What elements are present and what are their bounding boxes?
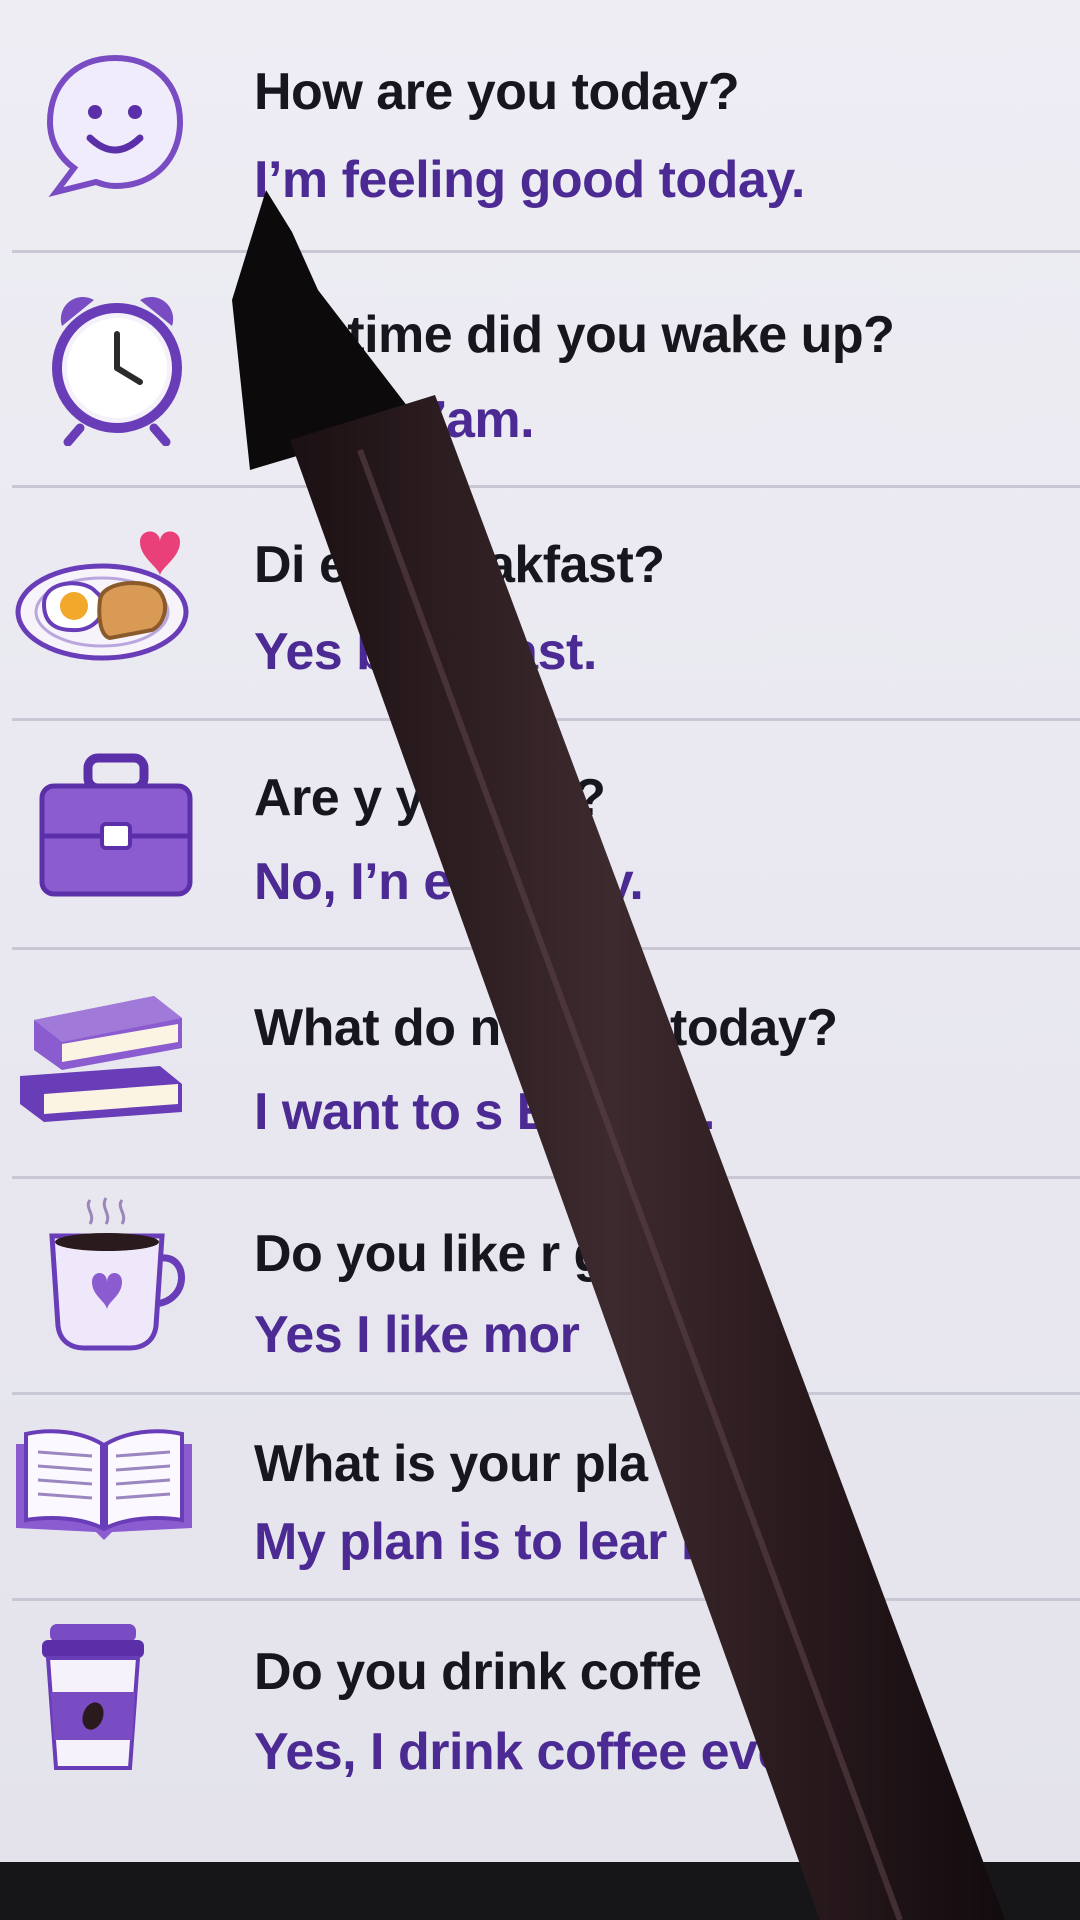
answer-text: No, I’n ery busy.: [254, 853, 644, 911]
open-book-icon: [12, 1424, 196, 1549]
question-text: Di eat breakfast?: [254, 536, 665, 594]
row-divider: [12, 947, 1080, 950]
device-bezel: [0, 1862, 1080, 1920]
row-divider: [12, 1598, 1080, 1601]
row-divider: [12, 1176, 1080, 1179]
row-divider: [12, 1392, 1080, 1395]
question-text: Do you drink coffe: [254, 1643, 702, 1701]
answer-text: Yes breakfast.: [254, 623, 597, 681]
answer-text: I’m feeling good today.: [254, 151, 805, 209]
breakfast-plate-icon: [14, 520, 194, 675]
question-text: How are you today?: [254, 63, 740, 121]
row-divider: [12, 485, 1080, 488]
alarm-clock-icon: [44, 286, 190, 451]
briefcase-icon: [36, 752, 196, 907]
question-text: What do nt to do today?: [254, 999, 838, 1057]
takeaway-coffee-cup-icon: [38, 1622, 148, 1777]
answer-text: My plan is to lear h.: [254, 1513, 727, 1571]
phrase-list-screen: How are you today? I’m feeling good toda…: [0, 0, 1080, 1862]
smiley-speech-bubble-icon: [40, 50, 190, 205]
answer-text: Yes I like mor: [254, 1306, 580, 1364]
row-divider: [12, 250, 1080, 253]
answer-text: I want to s English.: [254, 1083, 715, 1141]
books-stack-icon: [14, 980, 194, 1135]
question-text: W t time did you wake up?: [254, 306, 895, 364]
question-text: Are y y today?: [254, 769, 606, 827]
answer-text: Yes, I drink coffee ever ng.: [254, 1723, 897, 1781]
question-text: Do you like r gs?: [254, 1225, 665, 1283]
row-divider: [12, 718, 1080, 721]
answer-text: I up at 7am.: [254, 391, 535, 449]
coffee-mug-heart-icon: [44, 1196, 194, 1361]
question-text: What is your pla ?: [254, 1435, 693, 1493]
